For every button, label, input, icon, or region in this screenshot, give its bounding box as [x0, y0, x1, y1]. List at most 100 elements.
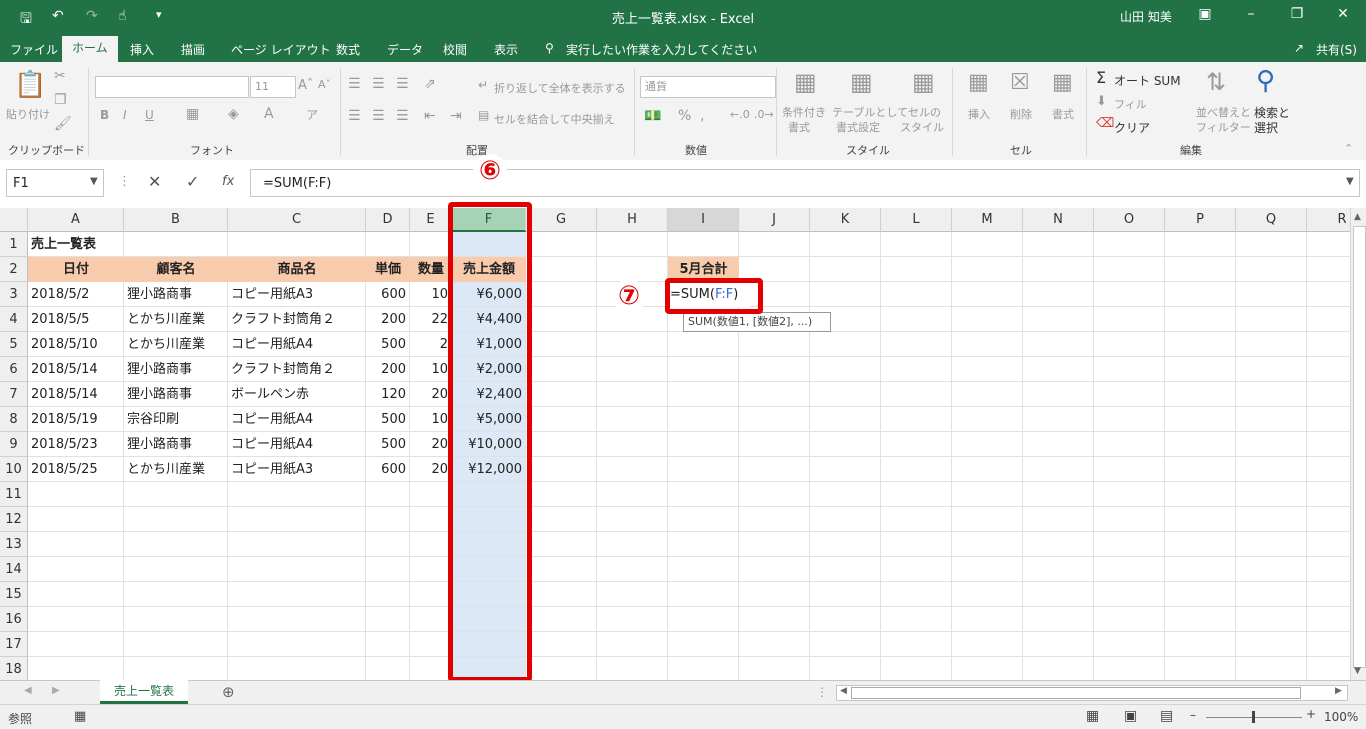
column-header-e[interactable]: E [410, 208, 452, 232]
format-as-table-icon[interactable]: ▦ [850, 68, 873, 96]
hscroll-thumb[interactable] [851, 687, 1301, 699]
accounting-format-icon[interactable]: 💵 [644, 108, 661, 124]
align-bottom-icon[interactable]: ☰ [396, 76, 409, 92]
cell-customer[interactable]: 狸小路商事 [124, 282, 228, 307]
merge-icon[interactable]: ▤ [478, 108, 489, 122]
scroll-left-icon[interactable]: ◀ [840, 686, 847, 696]
number-format-box[interactable]: 通貨 [640, 76, 776, 98]
row-header-14[interactable]: 14 [0, 557, 28, 582]
cell-date[interactable]: 2018/5/19 [28, 407, 124, 432]
cell-price[interactable]: 120 [366, 382, 410, 407]
sheet-tab-uriage[interactable]: 売上一覧表 [100, 680, 188, 704]
delete-cells-button[interactable]: 削除 [1010, 106, 1032, 122]
row-header-9[interactable]: 9 [0, 432, 28, 457]
tab-view[interactable]: 表示 [494, 41, 518, 58]
cell-quantity[interactable]: 20 [410, 382, 452, 407]
zoom-out-icon[interactable]: – [1190, 708, 1196, 722]
close-button[interactable]: ✕ [1328, 6, 1358, 22]
borders-icon[interactable]: ▦ [186, 106, 199, 122]
cell-price[interactable]: 500 [366, 432, 410, 457]
column-header-i[interactable]: I [668, 208, 739, 232]
format-cells-icon[interactable]: ▦ [1052, 70, 1073, 95]
cell-date[interactable]: 2018/5/14 [28, 382, 124, 407]
row-header-6[interactable]: 6 [0, 357, 28, 382]
zoom-slider-thumb[interactable] [1252, 711, 1255, 723]
column-header-r[interactable]: R [1307, 208, 1350, 232]
share-icon[interactable]: ↗ [1294, 41, 1304, 55]
cell-quantity[interactable]: 20 [410, 432, 452, 457]
insert-function-icon[interactable]: fx [222, 174, 234, 189]
insert-cells-icon[interactable]: ▦ [968, 70, 989, 95]
add-sheet-icon[interactable]: ⊕ [222, 683, 235, 701]
wrap-text-button[interactable]: 折り返して全体を表示する [494, 80, 626, 96]
sort-filter-label-2[interactable]: フィルター [1196, 119, 1251, 135]
tab-home[interactable]: ホーム [62, 36, 118, 62]
clear-button[interactable]: クリア [1114, 119, 1150, 136]
row-header-15[interactable]: 15 [0, 582, 28, 607]
orientation-icon[interactable]: ⇗ [424, 76, 436, 92]
increase-indent-icon[interactable]: ⇥ [450, 108, 462, 124]
header-customer[interactable]: 顧客名 [124, 257, 228, 282]
cell-price[interactable]: 600 [366, 457, 410, 482]
row-header-12[interactable]: 12 [0, 507, 28, 532]
align-left-icon[interactable]: ☰ [348, 108, 361, 124]
tab-insert[interactable]: 挿入 [130, 41, 154, 58]
cell-customer[interactable]: 狸小路商事 [124, 432, 228, 457]
cell-price[interactable]: 600 [366, 282, 410, 307]
find-select-icon[interactable]: ⚲ [1256, 66, 1275, 96]
select-all-corner[interactable] [0, 208, 28, 232]
cell-customer[interactable]: とかち川産業 [124, 307, 228, 332]
find-select-label-2[interactable]: 選択 [1254, 119, 1278, 136]
column-header-g[interactable]: G [526, 208, 597, 232]
prev-sheet-icon[interactable]: ◀ [24, 685, 32, 696]
user-name[interactable]: 山田 知美 [1120, 8, 1172, 25]
maximize-button[interactable]: ❐ [1282, 6, 1312, 22]
column-header-o[interactable]: O [1094, 208, 1165, 232]
row-header-17[interactable]: 17 [0, 632, 28, 657]
name-box-dropdown-icon[interactable]: ▼ [90, 176, 98, 187]
autosum-button[interactable]: オート SUM [1114, 72, 1181, 89]
header-quantity[interactable]: 数量 [410, 257, 452, 282]
clear-icon[interactable]: ⌫ [1096, 116, 1114, 131]
comma-style-icon[interactable]: , [700, 108, 704, 124]
tab-split-icon[interactable]: ⋮ [816, 685, 828, 699]
row-header-8[interactable]: 8 [0, 407, 28, 432]
cell-customer[interactable]: 宗谷印刷 [124, 407, 228, 432]
cell-customer[interactable]: 狸小路商事 [124, 357, 228, 382]
cell-price[interactable]: 500 [366, 332, 410, 357]
cell-quantity[interactable]: 20 [410, 457, 452, 482]
scroll-down-icon[interactable]: ▼ [1354, 666, 1361, 676]
cell-product[interactable]: ボールペン赤 [228, 382, 366, 407]
conditional-format-label-2[interactable]: 書式 [788, 119, 810, 135]
cell-styles-icon[interactable]: ▦ [912, 68, 935, 96]
cell-product[interactable]: クラフト封筒角２ [228, 357, 366, 382]
macro-record-icon[interactable]: ▦ [74, 709, 86, 724]
expand-formula-icon[interactable]: ▼ [1346, 176, 1354, 187]
column-header-h[interactable]: H [597, 208, 668, 232]
column-header-m[interactable]: M [952, 208, 1023, 232]
column-header-d[interactable]: D [366, 208, 410, 232]
column-header-c[interactable]: C [228, 208, 366, 232]
cell-date[interactable]: 2018/5/23 [28, 432, 124, 457]
cell-customer[interactable]: 狸小路商事 [124, 382, 228, 407]
sort-filter-label-1[interactable]: 並べ替えと [1196, 104, 1251, 120]
header-product[interactable]: 商品名 [228, 257, 366, 282]
cell-product[interactable]: コピー用紙A4 [228, 407, 366, 432]
increase-font-icon[interactable]: Aˆ [298, 78, 313, 93]
copy-icon[interactable]: ❐ [54, 92, 67, 108]
column-header-q[interactable]: Q [1236, 208, 1307, 232]
decrease-indent-icon[interactable]: ⇤ [424, 108, 436, 124]
vertical-scrollbar[interactable]: ▲ ▼ [1350, 208, 1366, 680]
cell-date[interactable]: 2018/5/14 [28, 357, 124, 382]
fill-icon[interactable]: ⬇ [1096, 94, 1107, 109]
row-header-1[interactable]: 1 [0, 232, 28, 257]
merge-center-button[interactable]: セルを結合して中央揃え [494, 111, 615, 127]
conditional-format-icon[interactable]: ▦ [794, 68, 817, 96]
column-header-b[interactable]: B [124, 208, 228, 232]
cell-quantity[interactable]: 2 [410, 332, 452, 357]
autosum-icon[interactable]: Σ [1096, 68, 1106, 87]
zoom-in-icon[interactable]: + [1306, 707, 1316, 721]
row-header-18[interactable]: 18 [0, 657, 28, 680]
share-button[interactable]: 共有(S) [1316, 41, 1357, 58]
cell-price[interactable]: 200 [366, 307, 410, 332]
